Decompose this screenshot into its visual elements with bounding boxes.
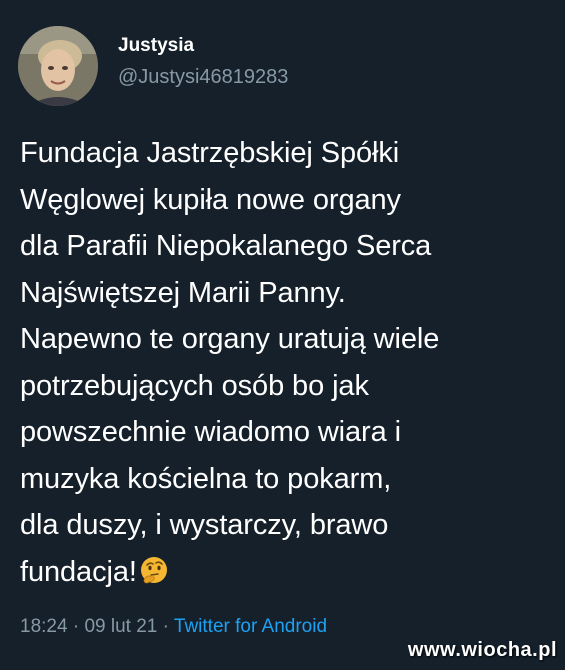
tweet-time: 18:24 <box>20 616 68 637</box>
tweet-header: Justysia @Justysi46819283 <box>18 26 288 106</box>
tweet-text: Fundacja Jastrzębskiej Spółki Węglowej k… <box>20 137 440 588</box>
tweet-meta: 18:24 · 09 lut 21 · Twitter for Android <box>20 614 327 640</box>
author-names: Justysia @Justysi46819283 <box>118 34 288 90</box>
author-handle[interactable]: @Justysi46819283 <box>118 64 288 90</box>
tweet-date[interactable]: 09 lut 21 <box>84 616 157 637</box>
tweet-body: Fundacja Jastrzębskiej Spółki Węglowej k… <box>20 130 560 595</box>
author-display-name[interactable]: Justysia <box>118 34 288 58</box>
tweet-card: Justysia @Justysi46819283 Fundacja Jastr… <box>0 0 565 670</box>
watermark: www.wiocha.pl <box>407 639 557 661</box>
meta-separator: · <box>157 616 174 637</box>
avatar[interactable] <box>18 26 98 106</box>
thinking-face-icon <box>139 554 169 584</box>
meta-separator: · <box>67 616 85 637</box>
tweet-source-link[interactable]: Twitter for Android <box>174 616 327 637</box>
